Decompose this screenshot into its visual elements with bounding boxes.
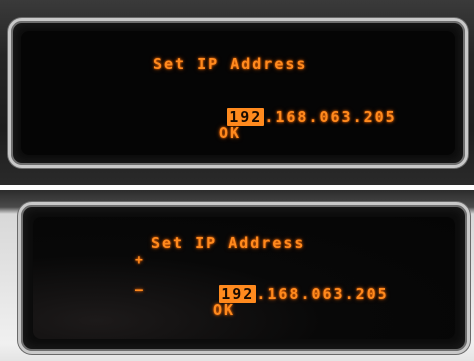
display-bezel: Set IP Address 192.168.063.205 OK bbox=[8, 18, 468, 168]
ip-octet-2[interactable]: 168 bbox=[275, 108, 308, 126]
oled-screen: Set IP Address 192.168.063.205 OK bbox=[21, 31, 455, 155]
ip-separator: . bbox=[264, 108, 276, 126]
photo-bottom-screen: Set IP Address + 192.168.063.205 – OK bbox=[0, 190, 474, 361]
ip-separator: . bbox=[352, 108, 364, 126]
increment-indicator[interactable]: + bbox=[135, 253, 145, 268]
ok-button[interactable]: OK bbox=[219, 124, 241, 142]
ok-button[interactable]: OK bbox=[213, 301, 235, 319]
ip-separator: . bbox=[308, 108, 320, 126]
ip-octet-4[interactable]: 205 bbox=[356, 285, 389, 303]
dialog-title: Set IP Address bbox=[151, 234, 306, 252]
ip-octet-4[interactable]: 205 bbox=[364, 108, 397, 126]
ip-address-field[interactable]: 192.168.063.205 bbox=[131, 267, 389, 321]
ip-octet-2[interactable]: 168 bbox=[267, 285, 300, 303]
photo-top-screen: Set IP Address 192.168.063.205 OK bbox=[0, 0, 474, 185]
ip-octet-3[interactable]: 063 bbox=[320, 108, 353, 126]
ip-separator: . bbox=[256, 285, 268, 303]
decrement-indicator[interactable]: – bbox=[135, 283, 145, 298]
ip-address-field[interactable]: 192.168.063.205 bbox=[139, 90, 397, 144]
display-bezel: Set IP Address + 192.168.063.205 – OK bbox=[18, 202, 470, 354]
dialog-title: Set IP Address bbox=[153, 55, 308, 73]
ip-octet-3[interactable]: 063 bbox=[312, 285, 345, 303]
ip-separator: . bbox=[300, 285, 312, 303]
oled-screen: Set IP Address + 192.168.063.205 – OK bbox=[33, 217, 455, 339]
ip-separator: . bbox=[344, 285, 356, 303]
